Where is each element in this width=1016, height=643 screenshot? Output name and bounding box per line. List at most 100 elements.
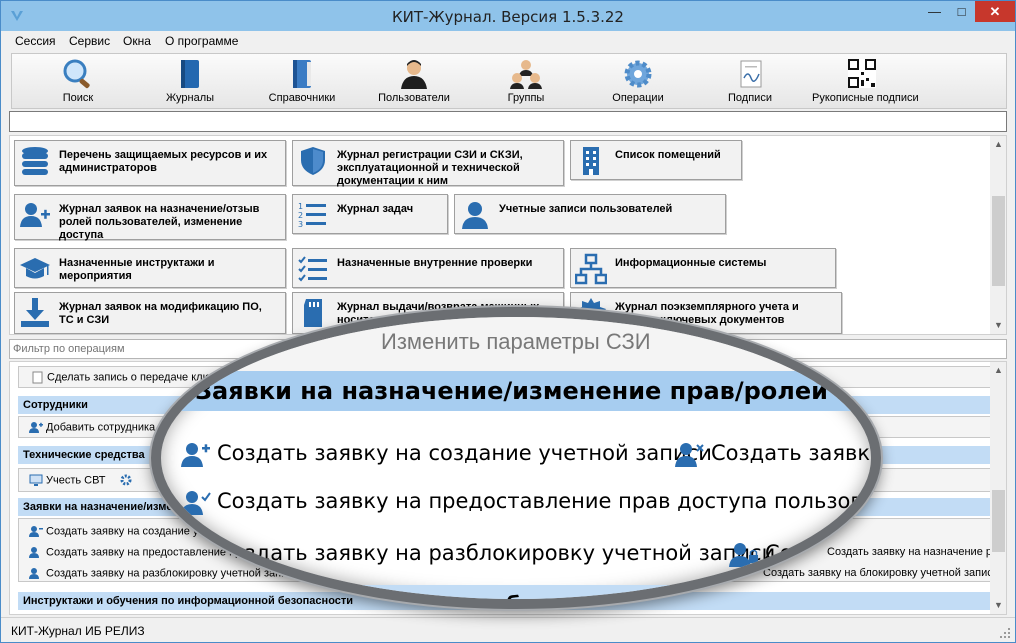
tile-briefings[interactable]: Назначенные инструктажи и мероприятия xyxy=(14,248,286,288)
menu-windows[interactable]: Окна xyxy=(123,34,151,48)
gear-icon xyxy=(120,474,132,486)
close-button[interactable]: ✕ xyxy=(975,1,1015,22)
document-icon xyxy=(32,371,43,384)
tile-protected-resources[interactable]: Перечень защищаемых ресурсов и их админи… xyxy=(14,140,286,186)
gear-icon xyxy=(624,60,652,88)
checklist-icon xyxy=(298,256,327,282)
user-remove-icon xyxy=(675,443,704,467)
tile-internal-checks[interactable]: Назначенные внутренние проверки xyxy=(292,248,564,288)
building-icon xyxy=(583,147,599,175)
monitor-icon xyxy=(29,474,43,486)
toolbar-operations-label: Операции xyxy=(612,92,664,104)
svg-text:3: 3 xyxy=(298,220,303,229)
toolbar-operations-button[interactable]: Операции xyxy=(588,58,688,108)
scroll-thumb[interactable] xyxy=(992,490,1005,552)
user-add-icon xyxy=(29,422,43,433)
tile-info-systems[interactable]: Информационные системы xyxy=(570,248,836,288)
window-title: КИТ-Журнал. Версия 1.5.3.22 xyxy=(392,8,624,26)
signature-icon xyxy=(740,60,762,88)
toolbar-handwritten-label: Рукописные подписи xyxy=(812,92,919,104)
toolbar-references-button[interactable]: Справочники xyxy=(252,58,352,108)
magnified-text: Созда xyxy=(765,541,832,565)
op-register-svt[interactable]: Учесть СВТ xyxy=(29,474,105,487)
book-icon xyxy=(181,60,199,88)
shield-icon xyxy=(301,147,325,175)
tile-label: Перечень защищаемых ресурсов и их админи… xyxy=(59,149,268,174)
magnified-text: Создать заявку на разблокировку учетной … xyxy=(217,541,776,565)
title-bar[interactable]: КИТ-Журнал. Версия 1.5.3.22 — □ ✕ xyxy=(1,1,1015,31)
menu-about[interactable]: О программе xyxy=(165,34,238,48)
magnified-text: Изменить параметры СЗИ xyxy=(381,329,651,354)
toolbar-search-button[interactable]: Поиск xyxy=(28,58,128,108)
tile-tasks[interactable]: 123 Журнал задач xyxy=(292,194,448,234)
toolbar-groups-label: Группы xyxy=(507,92,545,104)
magnified-text: Создать заявку на создание учетной запис… xyxy=(217,441,712,465)
graduation-cap-icon xyxy=(20,258,50,279)
menu-service[interactable]: Сервис xyxy=(69,34,110,48)
magnified-row: Изменить параметры СЗИ xyxy=(161,317,871,371)
toolbar-handwritten-button[interactable]: Рукописные подписи xyxy=(812,58,919,108)
toolbar-references-label: Справочники xyxy=(268,92,336,104)
menu-bar: Сессия Сервис Окна О программе xyxy=(1,31,1015,51)
status-bar: КИТ-Журнал ИБ РЕЛИЗ xyxy=(1,617,1015,642)
user-unlock-icon xyxy=(29,568,39,579)
tiles-scrollbar[interactable]: ▲ ▼ xyxy=(990,136,1006,334)
op-label: Добавить сотрудника xyxy=(46,421,156,434)
tile-user-accounts[interactable]: Учетные записи пользователей xyxy=(454,194,726,234)
magnifier-content: Изменить параметры СЗИ Заявки на назначе… xyxy=(161,317,881,599)
tile-label: Учетные записи пользователей xyxy=(499,203,673,215)
scroll-up-icon[interactable]: ▲ xyxy=(990,139,1006,149)
user-add-icon xyxy=(20,203,50,227)
scroll-down-icon[interactable]: ▼ xyxy=(990,320,1006,330)
magnified-text: Создать заявку xyxy=(711,441,881,465)
minimize-button[interactable]: — xyxy=(921,1,948,22)
status-text: КИТ-Журнал ИБ РЕЛИЗ xyxy=(11,624,145,638)
user-lock-icon xyxy=(729,543,758,567)
maximize-button[interactable]: □ xyxy=(948,1,975,22)
magnified-row: Создать заявку на создание учетной запис… xyxy=(161,429,881,479)
toolbar-users-button[interactable]: Пользователи xyxy=(364,58,464,108)
tile-role-requests[interactable]: Журнал заявок на назначение/отзыв ролей … xyxy=(14,194,286,241)
qr-code-icon xyxy=(848,59,876,88)
toolbar-journals-button[interactable]: Журналы xyxy=(140,58,240,108)
group-icon xyxy=(510,60,542,89)
tile-label: Журнал регистрации СЗИ и СКЗИ, эксплуата… xyxy=(337,149,523,187)
user-add-icon xyxy=(181,443,210,467)
toolbar-signatures-label: Подписи xyxy=(728,92,772,104)
tile-szi-registration[interactable]: Журнал регистрации СЗИ и СКЗИ, эксплуата… xyxy=(292,140,564,187)
toolbar-search-label: Поиск xyxy=(62,92,94,104)
user-check-icon xyxy=(29,547,39,558)
scroll-up-icon[interactable]: ▲ xyxy=(990,365,1006,375)
user-check-icon xyxy=(181,491,211,515)
tile-label: Журнал заявок на назначение/отзыв ролей … xyxy=(59,203,260,241)
toolbar-groups-button[interactable]: Группы xyxy=(476,58,576,108)
network-icon xyxy=(575,253,607,285)
magnifier-icon xyxy=(63,59,90,89)
magnified-header-text: Заявки на назначение/изменение прав/роле… xyxy=(195,377,871,405)
reference-book-icon xyxy=(293,60,311,88)
database-icon xyxy=(22,147,48,175)
resize-grip-icon[interactable] xyxy=(999,627,1011,639)
user-add-icon xyxy=(29,526,43,537)
op-add-employee[interactable]: Добавить сотрудника xyxy=(29,421,155,434)
tile-rooms[interactable]: Список помещений xyxy=(570,140,742,180)
tile-label: Назначенные инструктажи и мероприятия xyxy=(59,257,215,282)
download-icon xyxy=(21,298,49,327)
quick-search-input[interactable] xyxy=(10,112,1006,131)
tile-label: Информационные системы xyxy=(615,257,767,269)
scroll-thumb[interactable] xyxy=(992,196,1005,286)
menu-session[interactable]: Сессия xyxy=(15,34,56,48)
numbered-list-icon: 123 xyxy=(298,202,326,229)
toolbar-signatures-button[interactable]: Подписи xyxy=(700,58,800,108)
operations-scrollbar[interactable]: ▲ ▼ xyxy=(990,362,1006,614)
magnified-row: Создать заявку на разблокировку учетной … xyxy=(161,529,871,579)
quick-search xyxy=(9,111,1007,132)
magnifier-lens: Изменить параметры СЗИ Заявки на назначе… xyxy=(151,307,881,609)
toolbar-journals-label: Журналы xyxy=(165,92,215,104)
scroll-down-icon[interactable]: ▼ xyxy=(990,600,1006,610)
user-circle-icon xyxy=(462,202,488,229)
op-gear[interactable] xyxy=(119,473,136,487)
user-unlock-icon xyxy=(181,543,203,567)
tile-label: Назначенные внутренние проверки xyxy=(337,257,533,269)
user-icon xyxy=(401,60,427,89)
